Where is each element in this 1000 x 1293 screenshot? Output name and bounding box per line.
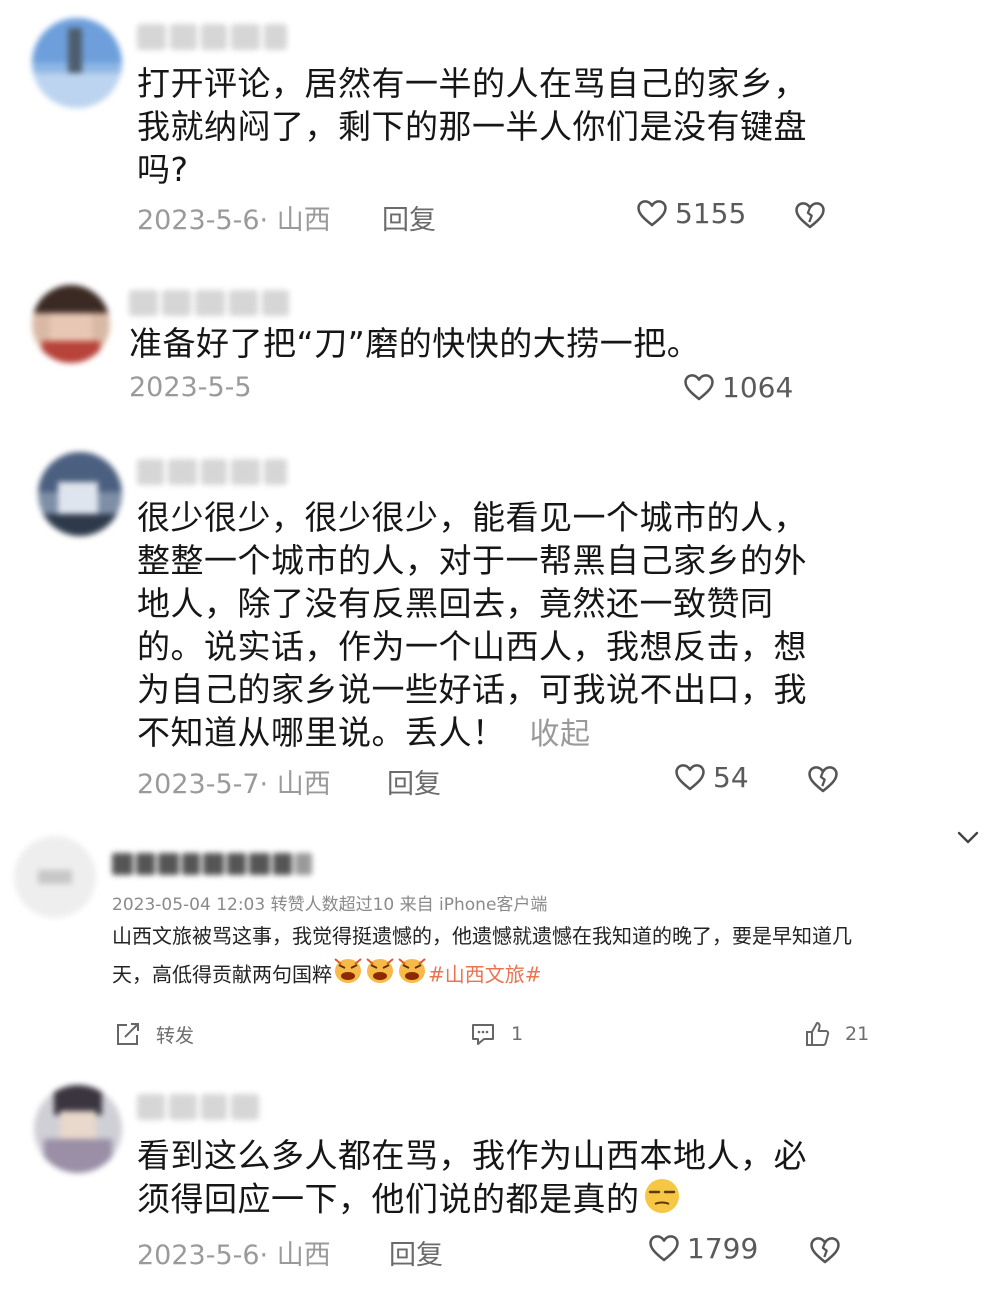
reply-button[interactable]: 回复 [387, 762, 441, 801]
like-count: 5155 [675, 196, 747, 230]
broken-heart-icon[interactable] [793, 198, 827, 232]
avatar[interactable] [32, 18, 122, 108]
like-count: 1799 [687, 1231, 759, 1265]
like-count: 21 [845, 1023, 870, 1045]
avatar[interactable] [14, 836, 96, 918]
heart-outline-icon [673, 760, 707, 794]
avatar[interactable] [32, 285, 110, 363]
username-blurred[interactable] [129, 290, 289, 316]
heart-outline-icon [647, 1231, 681, 1265]
post-meta: 2023-05-04 12:03 转赞人数超过10 来自 iPhone客户端 [112, 895, 548, 915]
like-button[interactable]: 21 [803, 1020, 869, 1048]
angry-face-emoji [332, 955, 364, 997]
chevron-down-icon[interactable] [956, 830, 980, 846]
repost-button[interactable]: 转发 [114, 1020, 194, 1048]
hashtag-link[interactable]: #山西文旅# [428, 963, 542, 987]
comment-count: 1 [511, 1023, 524, 1045]
avatar[interactable] [38, 452, 122, 536]
angry-face-emoji [396, 955, 428, 997]
heart-outline-icon [635, 196, 669, 230]
like-count: 1064 [722, 370, 794, 404]
thumbs-up-icon [803, 1020, 831, 1048]
comment-text: 很少很少，很少很少，能看见一个城市的人， 整整一个城市的人，对于一帮黑自己家乡的… [137, 498, 807, 752]
comment-icon [469, 1020, 497, 1048]
comment-button[interactable]: 1 [469, 1020, 523, 1048]
avatar[interactable] [34, 1085, 122, 1173]
like-button[interactable]: 1799 [647, 1231, 758, 1265]
collapse-link[interactable]: 收起 [530, 717, 591, 752]
repost-label: 转发 [156, 1024, 195, 1047]
angry-face-emoji [364, 955, 396, 997]
comment-text: 准备好了把“刀”磨的快快的大捞一把。 [129, 324, 701, 363]
username-blurred[interactable] [137, 1094, 267, 1120]
comment-text: 打开评论，居然有一半的人在骂自己的家乡， 我就纳闷了，剩下的那一半人你们是没有键… [137, 64, 807, 189]
username-blurred[interactable] [137, 459, 287, 485]
heart-outline-icon [682, 370, 716, 404]
broken-heart-icon[interactable] [808, 1233, 842, 1267]
username-blurred[interactable] [137, 24, 287, 50]
reply-button[interactable]: 回复 [382, 198, 436, 237]
repost-icon [114, 1020, 142, 1048]
like-button[interactable]: 5155 [635, 196, 746, 230]
comment-meta: 2023-5-6· 山西 [137, 205, 331, 236]
comment-text: 看到这么多人都在骂，我作为山西本地人，必 须得回应一下，他们说的都是真的 [137, 1134, 807, 1225]
comment-meta: 2023-5-5 [129, 372, 252, 403]
like-count: 54 [713, 760, 749, 794]
reply-button[interactable]: 回复 [389, 1233, 443, 1272]
like-button[interactable]: 54 [673, 760, 749, 794]
username-blurred[interactable] [112, 853, 312, 875]
post-text: 山西文旅被骂这事，我觉得挺遗憾的，他遗憾就遗憾在我知道的晚了，要是早知道几 天，… [112, 917, 852, 997]
comment-meta: 2023-5-7· 山西 [137, 769, 331, 800]
comment-meta: 2023-5-6· 山西 [137, 1240, 331, 1271]
broken-heart-icon[interactable] [806, 762, 840, 796]
like-button[interactable]: 1064 [682, 370, 793, 404]
smug-face-emoji [640, 1177, 684, 1225]
